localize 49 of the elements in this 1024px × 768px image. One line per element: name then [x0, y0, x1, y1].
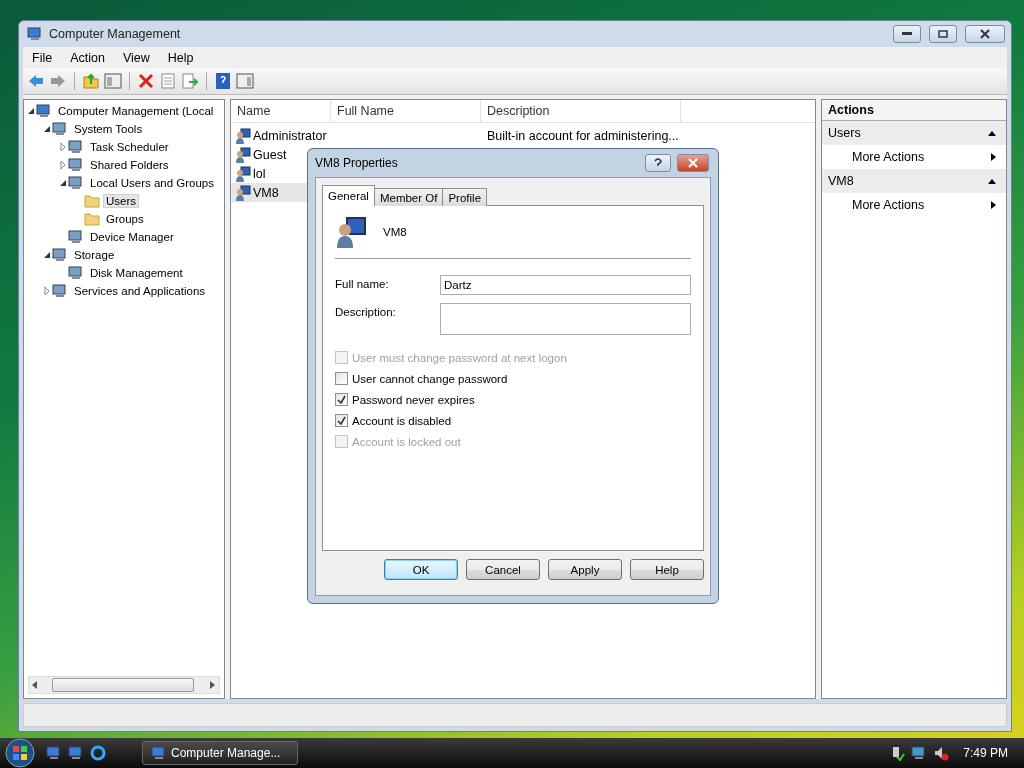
menu-item[interactable]: File: [23, 50, 62, 65]
user-name: VM8: [253, 185, 279, 200]
list-row[interactable]: Administrator: [231, 126, 331, 145]
actions-heading: Actions: [822, 100, 1006, 121]
tree-item[interactable]: Computer Management (Local: [55, 104, 217, 118]
tree-item[interactable]: Groups: [103, 212, 147, 226]
tab[interactable]: General: [322, 185, 375, 206]
field-label: Full name:: [335, 277, 390, 290]
tab[interactable]: Profile: [442, 188, 488, 206]
clock[interactable]: 7:49 PM: [963, 746, 1008, 760]
checkbox-label: User cannot change password: [352, 372, 508, 385]
tree-item[interactable]: Device Manager: [87, 230, 177, 244]
tree-item[interactable]: Local Users and Groups: [87, 176, 217, 190]
dialog-button[interactable]: OK: [384, 559, 458, 580]
tree-item[interactable]: System Tools: [71, 122, 146, 136]
checkbox-label: Account is disabled: [352, 414, 452, 427]
menu-item[interactable]: Help: [158, 50, 203, 65]
field-label: Description:: [335, 305, 397, 318]
column-header[interactable]: Description: [481, 100, 681, 122]
tree-item[interactable]: Disk Management: [87, 266, 186, 280]
dialog-button[interactable]: Apply: [548, 559, 622, 580]
window-title: Computer Management: [49, 27, 182, 41]
tree-item[interactable]: Shared Folders: [87, 158, 172, 172]
tree-item[interactable]: Storage: [71, 248, 118, 262]
user-name: Guest: [253, 147, 287, 162]
checkbox-label: Account is locked out: [352, 435, 461, 448]
taskbar-button[interactable]: Computer Manage...: [142, 741, 298, 765]
action-item[interactable]: More Actions: [822, 193, 1006, 217]
action-item[interactable]: More Actions: [822, 145, 1006, 169]
dialog-button[interactable]: Cancel: [466, 559, 540, 580]
tree-item[interactable]: Task Scheduler: [87, 140, 172, 154]
table-cell: Built-in account for administering...: [487, 128, 679, 143]
checkbox-label: User must change password at next logon: [352, 351, 567, 364]
checkbox-label: Password never expires: [352, 393, 475, 406]
column-header[interactable]: Name: [231, 100, 331, 122]
input-field[interactable]: Dartz: [440, 275, 691, 295]
menu-item[interactable]: View: [113, 50, 159, 65]
action-section[interactable]: Users: [822, 121, 1006, 145]
user-name: lol: [253, 166, 266, 181]
user-name: VM8: [383, 226, 407, 238]
menu-item[interactable]: Action: [61, 50, 114, 65]
action-section[interactable]: VM8: [822, 169, 1006, 193]
column-header[interactable]: Full Name: [331, 100, 481, 122]
dialog-button[interactable]: Help: [630, 559, 704, 580]
tab[interactable]: Member Of: [373, 188, 444, 206]
dialog-title: VM8 Properties: [315, 156, 399, 170]
tree-item[interactable]: Users: [103, 194, 140, 208]
tree-item[interactable]: Services and Applications: [71, 284, 209, 298]
user-name: Administrator: [253, 128, 327, 143]
